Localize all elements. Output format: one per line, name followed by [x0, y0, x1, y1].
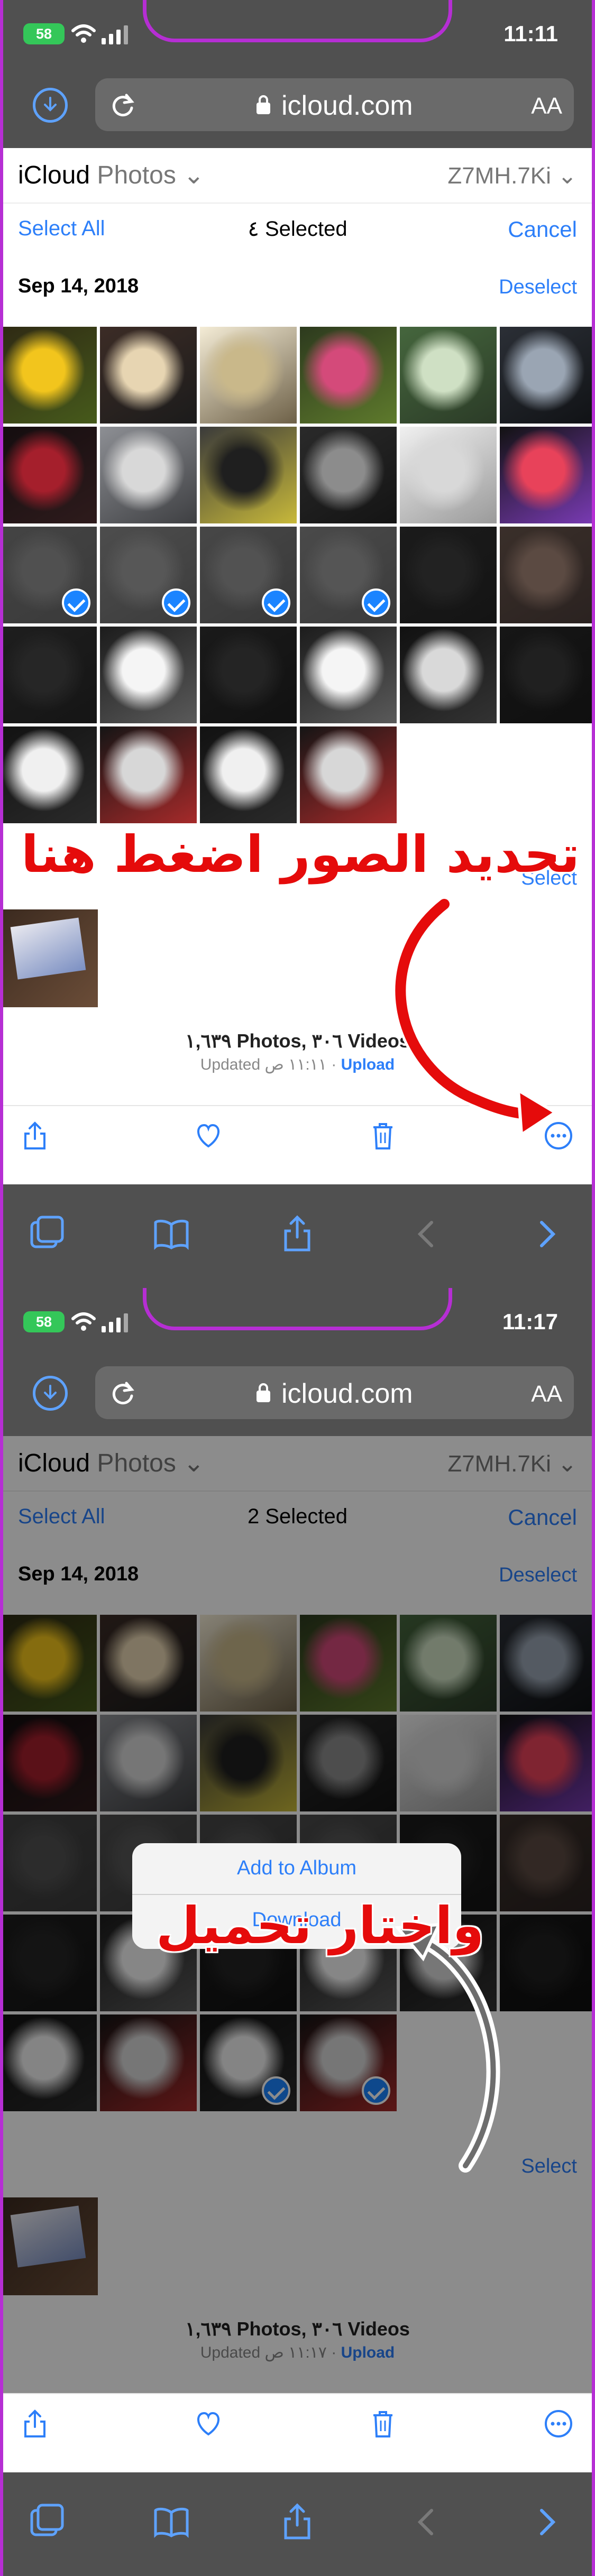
- selected-check-icon: [162, 588, 190, 617]
- photo-thumbnail[interactable]: [0, 527, 97, 623]
- wifi-icon: [71, 1312, 96, 1331]
- photos-toolbar: [0, 2393, 595, 2452]
- status-time: 11:17: [502, 1309, 558, 1334]
- frame-left: [0, 1288, 3, 2576]
- tabs-icon[interactable]: [28, 2503, 66, 2541]
- bookmarks-icon[interactable]: [152, 2503, 190, 2541]
- section-name: Photos: [97, 161, 176, 189]
- download-arrow-icon: [44, 97, 57, 112]
- select-all-button[interactable]: Select All: [18, 217, 105, 241]
- photo-thumbnail[interactable]: [400, 427, 497, 523]
- share-icon[interactable]: [278, 1215, 316, 1253]
- tabs-icon[interactable]: [28, 1215, 66, 1253]
- share-icon[interactable]: [19, 2408, 51, 2440]
- chevron-down-icon: ⌄: [176, 161, 205, 189]
- account-menu[interactable]: Z7MH.7Ki ⌄: [447, 162, 577, 189]
- share-icon[interactable]: [19, 1120, 51, 1152]
- updated-text: Updated ١١:١١ ص: [200, 1056, 327, 1073]
- app-brand[interactable]: iCloud Photos ⌄: [18, 160, 204, 190]
- photo-thumbnail[interactable]: [200, 427, 297, 523]
- signal-icon: [102, 25, 128, 44]
- photo-thumbnail[interactable]: [300, 427, 397, 523]
- text-size-button[interactable]: AA: [531, 1381, 562, 1407]
- photo-thumbnail[interactable]: [100, 527, 197, 623]
- frame-right: [592, 1288, 595, 2576]
- back-icon[interactable]: [407, 1215, 445, 1253]
- chevron-down-icon: ⌄: [551, 163, 577, 189]
- photo-thumbnail[interactable]: [500, 627, 595, 723]
- photo-thumbnail[interactable]: [500, 427, 595, 523]
- laptop-screen: [10, 917, 86, 980]
- downloads-button[interactable]: [33, 1376, 68, 1411]
- frame-right: [592, 0, 595, 1288]
- photo-thumbnail[interactable]: [200, 327, 297, 424]
- section-date: Sep 14, 2018: [18, 275, 139, 297]
- photo-thumbnail[interactable]: [0, 427, 97, 523]
- trash-icon[interactable]: [367, 2408, 399, 2440]
- photo-thumbnail[interactable]: [400, 627, 497, 723]
- photo-thumbnail[interactable]: [200, 726, 297, 823]
- lock-icon: [257, 95, 270, 114]
- screenshot-step-2: 58 11:17 icloud.com AA iCloud Photos ⌄ Z…: [0, 1288, 595, 2576]
- screenshot-step-1: 58 11:11 icloud.com AA iCloud Photos ⌄ Z…: [0, 0, 595, 1288]
- photo-thumbnail[interactable]: [100, 327, 197, 424]
- photo-thumbnail[interactable]: [500, 527, 595, 623]
- photo-thumbnail[interactable]: [200, 527, 297, 623]
- photo-thumbnail[interactable]: [100, 627, 197, 723]
- photo-thumbnail[interactable]: [300, 527, 397, 623]
- wifi-icon: [71, 24, 96, 43]
- account-name: Z7MH.7Ki: [447, 163, 551, 189]
- selected-check-icon: [262, 588, 290, 617]
- photo-thumbnail[interactable]: [400, 327, 497, 424]
- deselect-button[interactable]: Deselect: [499, 276, 577, 299]
- text-size-button[interactable]: AA: [531, 93, 562, 119]
- annotation-arrow-icon: [392, 896, 559, 1138]
- favorite-heart-icon[interactable]: [193, 2408, 224, 2440]
- photo-thumbnail[interactable]: [0, 726, 97, 823]
- photo-thumbnail[interactable]: [300, 627, 397, 723]
- annotation-text: واختار تحميل: [156, 1896, 484, 1955]
- more-options-icon[interactable]: [543, 2408, 574, 2440]
- brand-icloud: iCloud: [18, 161, 90, 189]
- add-to-album-option[interactable]: Add to Album: [132, 1843, 461, 1893]
- reload-icon[interactable]: [108, 1379, 137, 1407]
- photo-thumbnail[interactable]: [0, 627, 97, 723]
- download-arrow-icon: [44, 1385, 57, 1400]
- photo-thumbnail[interactable]: [0, 909, 98, 1007]
- photo-thumbnail[interactable]: [300, 327, 397, 424]
- signal-icon: [102, 1313, 128, 1332]
- photo-thumbnail[interactable]: [100, 726, 197, 823]
- status-time: 11:11: [504, 21, 558, 46]
- forward-icon[interactable]: [528, 1215, 566, 1253]
- notch-outline: [143, 0, 452, 42]
- favorite-heart-icon[interactable]: [193, 1120, 224, 1152]
- url-text: icloud.com: [281, 1378, 413, 1409]
- safari-toolbar: [0, 1184, 595, 1288]
- forward-icon[interactable]: [528, 2503, 566, 2541]
- downloads-button[interactable]: [33, 88, 68, 123]
- reload-icon[interactable]: [108, 91, 137, 119]
- notch-outline: [143, 1288, 452, 1330]
- battery-indicator: 58: [23, 23, 65, 44]
- cancel-button[interactable]: Cancel: [508, 217, 577, 242]
- photo-thumbnail[interactable]: [100, 427, 197, 523]
- share-icon[interactable]: [278, 2503, 316, 2541]
- lock-icon: [257, 1383, 270, 1402]
- annotation-text: بعد تحديد الصور اضغط هنا: [21, 825, 595, 884]
- battery-indicator: 58: [23, 1311, 65, 1332]
- header-divider: [0, 203, 595, 204]
- bookmarks-icon[interactable]: [152, 1215, 190, 1253]
- safari-toolbar: [0, 2472, 595, 2576]
- frame-left: [0, 0, 3, 1288]
- photo-thumbnail[interactable]: [200, 627, 297, 723]
- photo-thumbnail[interactable]: [500, 327, 595, 424]
- selected-check-icon: [362, 588, 390, 617]
- url-text: icloud.com: [281, 90, 413, 121]
- photo-thumbnail[interactable]: [300, 726, 397, 823]
- selected-check-icon: [62, 588, 90, 617]
- back-icon[interactable]: [407, 2503, 445, 2541]
- photo-thumbnail[interactable]: [0, 327, 97, 424]
- photo-thumbnail[interactable]: [400, 527, 497, 623]
